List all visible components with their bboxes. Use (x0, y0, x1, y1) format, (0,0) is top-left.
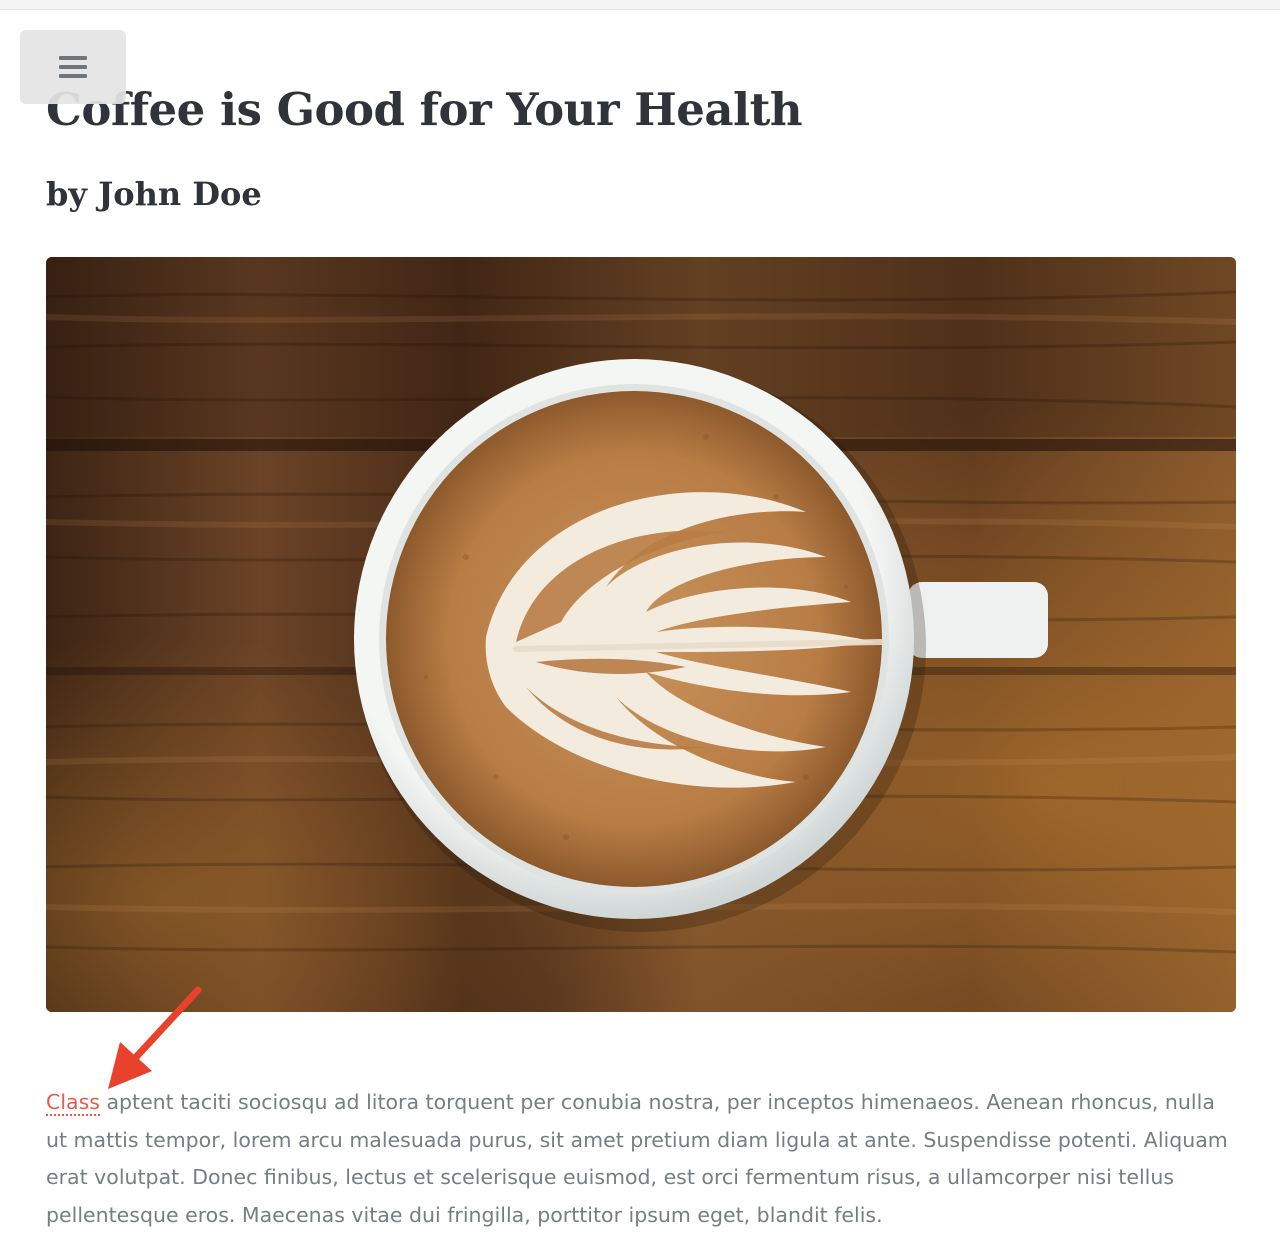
menu-toggle-button[interactable] (20, 30, 126, 104)
hero-image (46, 257, 1236, 1012)
class-link[interactable]: Class (46, 1090, 100, 1116)
paragraph-text: aptent taciti sociosqu ad litora torquen… (46, 1090, 1228, 1227)
article-byline: by John Doe (46, 175, 262, 213)
browser-top-edge (0, 0, 1280, 10)
article-paragraph: Class aptent taciti sociosqu ad litora t… (46, 1084, 1241, 1234)
latte-art-coffee-cup-image (46, 257, 1236, 1012)
hamburger-menu-icon (59, 56, 87, 78)
article-title: Coffee is Good for Your Health (46, 83, 803, 136)
red-arrow-icon (108, 986, 202, 1089)
